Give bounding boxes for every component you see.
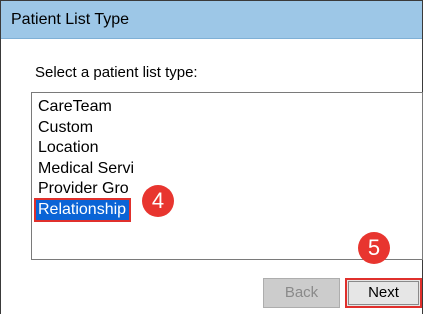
list-item-custom[interactable]: Custom	[36, 118, 422, 139]
patient-list-type-dialog: Patient List Type Select a patient list …	[0, 0, 423, 314]
list-item-provider-group[interactable]: Provider Gro	[36, 179, 422, 200]
list-item-medical-service[interactable]: Medical Servi	[36, 159, 422, 180]
next-button-label: Next	[368, 284, 399, 301]
list-item-location[interactable]: Location	[36, 138, 422, 159]
next-button[interactable]: Next	[345, 278, 422, 308]
back-button[interactable]: Back	[263, 278, 340, 308]
list-type-prompt: Select a patient list type:	[35, 64, 198, 81]
list-item-careteam[interactable]: CareTeam	[36, 97, 422, 118]
dialog-titlebar: Patient List Type	[1, 1, 422, 39]
dialog-title: Patient List Type	[11, 11, 129, 28]
step-4-marker: 4	[142, 185, 174, 217]
step-5-marker: 5	[358, 232, 390, 264]
list-item-relationship[interactable]: Relationship	[33, 197, 132, 222]
